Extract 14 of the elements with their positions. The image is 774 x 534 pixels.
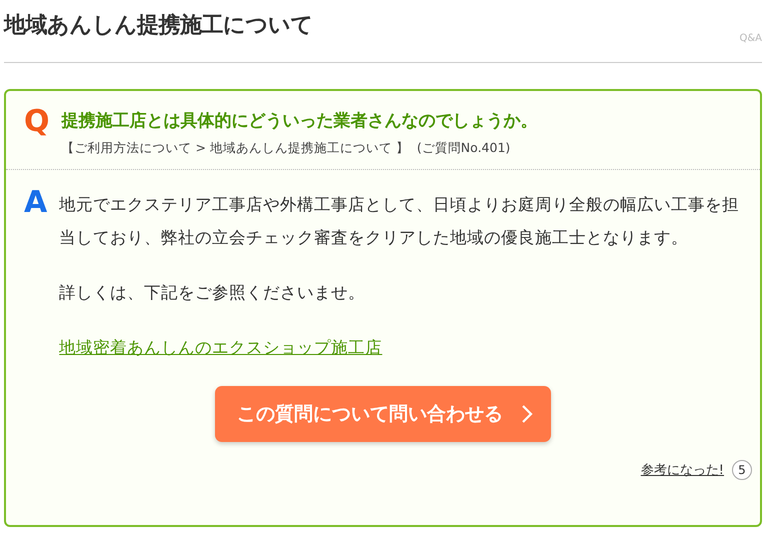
question-text: 提携施工店とは具体的にどういった業者さんなのでしょうか。 (62, 110, 538, 132)
contact-button[interactable]: この質問について問い合わせる (215, 386, 551, 442)
chevron-icon (521, 404, 533, 424)
answer-paragraph: 詳しくは、下記をご参照くださいませ。 (59, 282, 366, 304)
question-mark-letter: Q (24, 107, 50, 141)
helpful-link[interactable]: 参考になった! (640, 461, 724, 479)
section-tag: Q&A (739, 33, 762, 44)
page-title: 地域あんしん提携施工について (4, 12, 313, 40)
answer-mark-letter: A (24, 188, 48, 222)
answer-paragraph: 地元でエクステリア工事店や外構工事店として、日頃よりお庭周り全般の幅広い工事を担当しており、弊社の立会チェック審査をクリアした地域の優良施工士となります。 (59, 194, 740, 249)
shop-link[interactable]: 地域密着あんしんのエクスショップ施工店 (59, 338, 382, 357)
question-category: 【ご利用方法について > 地域あんしん提携施工について 】 (62, 140, 409, 157)
helpful-count: 5 (732, 460, 752, 480)
question-number: (ご質問No.401) (416, 140, 510, 157)
